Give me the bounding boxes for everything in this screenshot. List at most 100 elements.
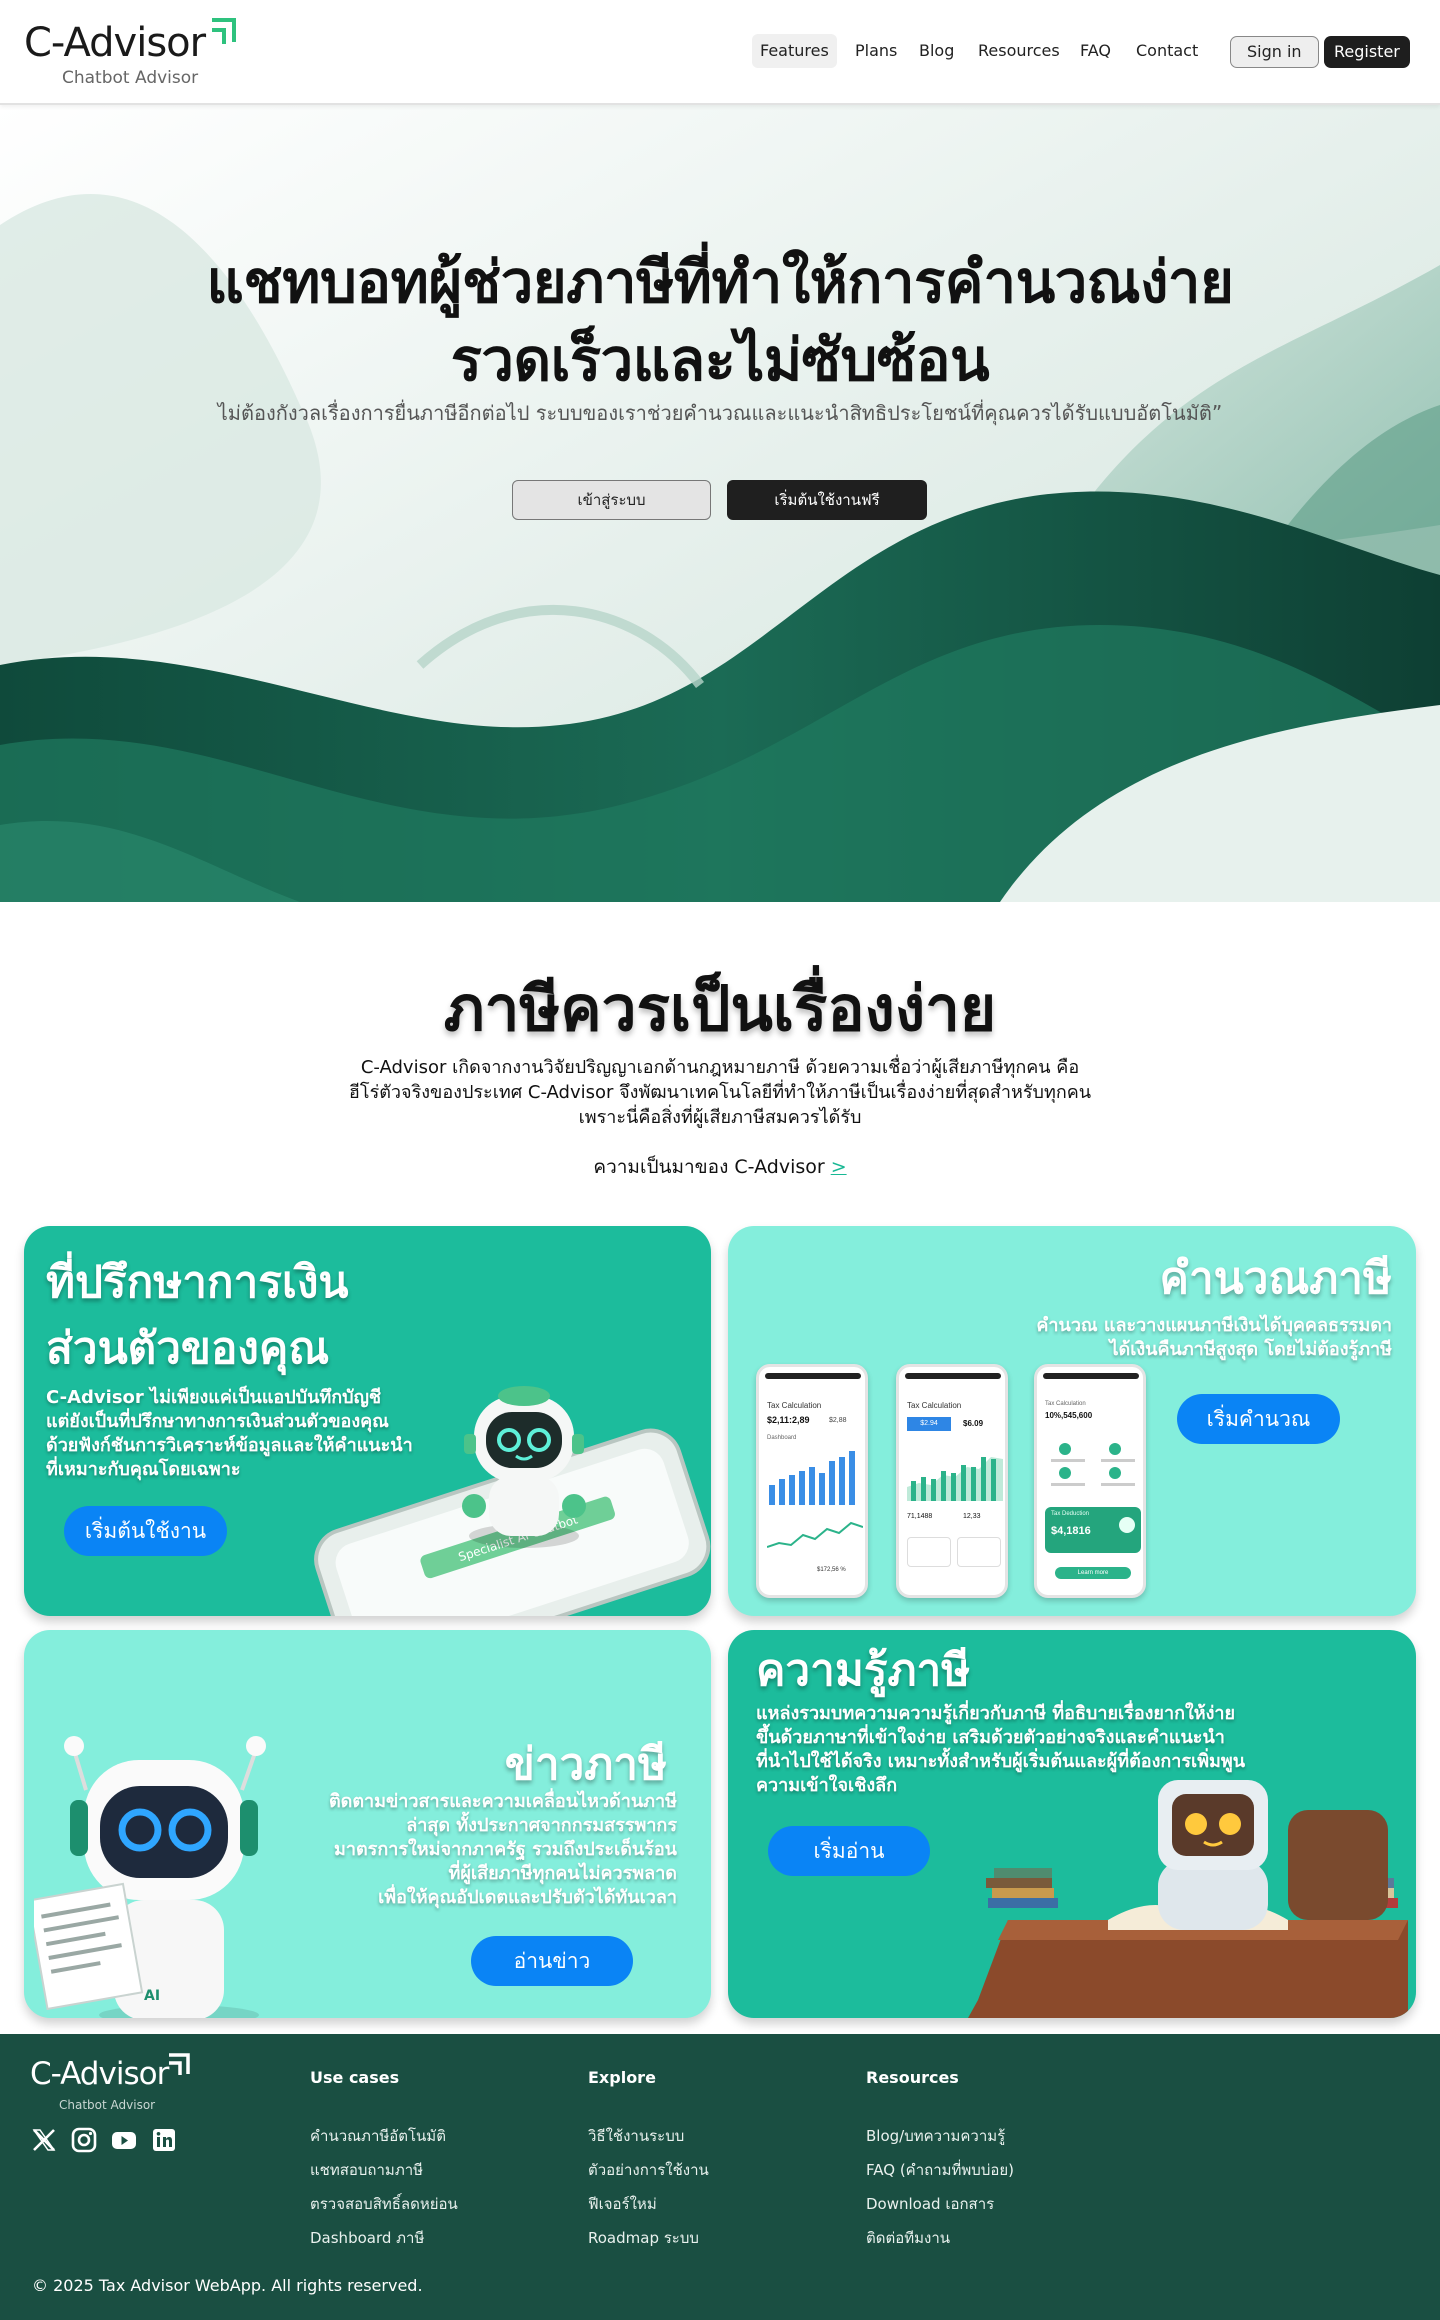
phone3-amount: 10%,545,600 (1045, 1411, 1093, 1420)
card-calculation: คำนวณภาษี คำนวณ และวางแผนภาษีเงินได้บุคค… (728, 1226, 1416, 1616)
linkedin-icon[interactable] (150, 2126, 178, 2154)
card-news-button[interactable]: อ่านข่าว (471, 1936, 633, 1986)
phone2-header: Tax Calculation (907, 1401, 962, 1410)
about-link[interactable]: ความเป็นมาของ C-Advisor > (0, 1152, 1440, 1182)
nav-faq[interactable]: FAQ (1072, 34, 1119, 68)
youtube-icon[interactable] (110, 2126, 138, 2154)
phone-notch (1043, 1373, 1139, 1379)
footer-link-blog[interactable]: Blog/บทความความรู้ (866, 2124, 1005, 2148)
intro-text-line3: เพราะนี่คือสิ่งที่ผู้เสียภาษีสมควรได้รับ (578, 1107, 862, 1128)
footer-link-new-features[interactable]: ฟีเจอร์ใหม่ (588, 2192, 657, 2216)
card-news-text-line4: ที่ผู้เสียภาษีทุกคนไม่ควรพลาด (448, 1863, 677, 1884)
robot-phone-illustration: Specialist AI Chatbot (314, 1386, 711, 1616)
phone-mockup-2: Tax Calculation $2.94 $6.09 71,1488 12,3… (896, 1364, 1008, 1598)
card-knowledge-button[interactable]: เริ่มอ่าน (768, 1826, 930, 1876)
hero-start-button[interactable]: เริ่มต้นใช้งานฟรี (727, 480, 927, 520)
card-news-title: ข่าวภาษี (504, 1739, 667, 1790)
instagram-icon[interactable] (70, 2126, 98, 2154)
hero-wave-background (0, 105, 1440, 902)
hero-title: แชทบอทผู้ช่วยภาษีที่ทำให้การคำนวณง่าย รว… (0, 243, 1440, 399)
footer-col-use-cases-title: Use cases (310, 2068, 400, 2087)
robot-studying-illustration (968, 1780, 1408, 2018)
card-advisor-title-line1: ที่ปรึกษาการเงิน (46, 1257, 349, 1308)
card-calc-title: คำนวณภาษี (1159, 1253, 1392, 1304)
hero-title-line1: แชทบอทผู้ช่วยภาษีที่ทำให้การคำนวณง่าย (206, 248, 1235, 316)
phone-notch (905, 1373, 1001, 1379)
phone1-small: $2,88 (829, 1417, 847, 1424)
phone2-value: $6.09 (963, 1419, 984, 1428)
signin-button[interactable]: Sign in (1230, 36, 1319, 68)
nav-blog[interactable]: Blog (911, 34, 962, 68)
footer-link-tax-dashboard[interactable]: Dashboard ภาษี (310, 2226, 424, 2250)
logo-arrow-icon (212, 18, 236, 44)
card-news-text: ติดตามข่าวสารและความเคลื่อนไหวด้านภาษี ล… (329, 1790, 677, 1910)
card-news-text-line3: มาตรการใหม่จากภาครัฐ รวมถึงประเด็นร้อน (334, 1839, 677, 1860)
card-knowledge: ความรู้ภาษี แหล่งรวมบทความความรู้เกี่ยวก… (728, 1630, 1416, 2018)
phone2-area-chart (907, 1457, 1003, 1501)
brand-tagline: Chatbot Advisor (62, 68, 199, 88)
card-advisor: ที่ปรึกษาการเงิน ส่วนตัวของคุณ C-Advisor… (24, 1226, 711, 1616)
check-icon (1119, 1517, 1135, 1533)
card-knowledge-text-line2: ขึ้นด้วยภาษาที่เข้าใจง่าย เสริมด้วยตัวอย… (756, 1727, 1225, 1748)
footer-brand-name[interactable]: C-Advisor (30, 2056, 169, 2092)
footer-logo-arrow-icon (169, 2053, 190, 2075)
nav-plans[interactable]: Plans (847, 34, 905, 68)
hero-section: แชทบอทผู้ช่วยภาษีที่ทำให้การคำนวณง่าย รว… (0, 105, 1440, 902)
nav-resources[interactable]: Resources (970, 34, 1068, 68)
phone2-row1: 71,1488 (907, 1513, 933, 1520)
phone1-header: Tax Calculation (767, 1401, 822, 1410)
footer-link-tax-chat[interactable]: แชทสอบถามภาษี (310, 2158, 423, 2182)
robot-chest-label: AI (144, 1988, 160, 2004)
phone3-card-title: Tax Deduction (1051, 1511, 1090, 1517)
footer-link-examples[interactable]: ตัวอย่างการใช้งาน (588, 2158, 709, 2182)
nav-contact[interactable]: Contact (1128, 34, 1206, 68)
card-calc-text: คำนวณ และวางแผนภาษีเงินได้บุคคลธรรมดา ได… (1036, 1314, 1392, 1362)
phone3-checklist (1051, 1443, 1135, 1486)
site-header: C-Advisor Chatbot Advisor Features Plans… (0, 0, 1440, 105)
footer-link-faq[interactable]: FAQ (คำถามที่พบบ่อย) (866, 2158, 1014, 2182)
card-calc-button[interactable]: เริ่มคำนวณ (1177, 1394, 1340, 1444)
chevron-right-icon[interactable]: > (831, 1156, 847, 1178)
card-calc-text-line1: คำนวณ และวางแผนภาษีเงินได้บุคคลธรรมดา (1036, 1315, 1392, 1336)
brand-logo[interactable]: C-Advisor Chatbot Advisor (24, 14, 254, 94)
phone3-button: Learn more (1055, 1567, 1131, 1579)
footer-col-explore-title: Explore (588, 2068, 656, 2087)
phone3-deduction-card: Tax Deduction $4,1816 (1045, 1507, 1141, 1553)
footer-link-deduction-check[interactable]: ตรวจสอบสิทธิ์ลดหย่อน (310, 2192, 458, 2216)
brand-name: C-Advisor (24, 20, 206, 66)
robot-reading-news-illustration: AI (34, 1736, 266, 2018)
register-button[interactable]: Register (1324, 36, 1410, 68)
site-footer: C-Advisor Chatbot Advisor Use cases คำนว… (0, 2034, 1440, 2320)
footer-col-resources-title: Resources (866, 2068, 959, 2087)
x-icon[interactable] (30, 2126, 58, 2154)
footer-link-contact-team[interactable]: ติดต่อทีมงาน (866, 2226, 950, 2250)
phone2-amount: $2.94 (907, 1417, 951, 1431)
phone-mockup-3: Tax Calculation 10%,545,600 Tax Deductio… (1034, 1364, 1146, 1598)
hero-login-button[interactable]: เข้าสู่ระบบ (512, 480, 711, 520)
intro-text-line1: C-Advisor เกิดจากงานวิจัยปริญญาเอกด้านกฎ… (360, 1057, 1080, 1078)
phone2-tile (957, 1537, 1001, 1567)
phone1-line-chart (767, 1521, 863, 1548)
footer-brand-tagline: Chatbot Advisor (59, 2098, 156, 2112)
phone-notch (765, 1373, 861, 1379)
footer-link-how-to-use[interactable]: วิธีใช้งานระบบ (588, 2124, 684, 2148)
card-advisor-button[interactable]: เริ่มต้นใช้งาน (64, 1506, 227, 1556)
phone3-header: Tax Calculation (1045, 1401, 1086, 1407)
nav-features[interactable]: Features (752, 34, 837, 68)
hero-title-line2: รวดเร็วและไม่ซับซ้อน (450, 326, 990, 394)
card-calc-text-line2: ได้เงินคืนภาษีสูงสุด โดยไม่ต้องรู้ภาษี (1109, 1339, 1392, 1360)
phone1-amount: $2,11:2,89 (767, 1415, 810, 1425)
phone1-label: Dashboard (767, 1435, 797, 1441)
footer-link-auto-tax-calc[interactable]: คำนวณภาษีอัตโนมัติ (310, 2124, 446, 2148)
intro-text-line2: ฮีโร่ตัวจริงของประเทศ C-Advisor จึงพัฒนา… (348, 1082, 1092, 1103)
phone-mockup-1: Tax Calculation $2,11:2,89 $2,88 Dashboa… (756, 1364, 868, 1598)
about-link-label[interactable]: ความเป็นมาของ C-Advisor (593, 1156, 824, 1178)
phone1-bar-chart (769, 1451, 855, 1505)
phone2-row2: 12,33 (963, 1513, 981, 1520)
footer-copyright: © 2025 Tax Advisor WebApp. All rights re… (32, 2276, 423, 2295)
phone2-tile (907, 1537, 951, 1567)
footer-link-roadmap[interactable]: Roadmap ระบบ (588, 2226, 699, 2250)
card-news-text-line5: เพื่อให้คุณอัปเดตและปรับตัวได้ทันเวลา (378, 1887, 677, 1908)
card-knowledge-title: ความรู้ภาษี (756, 1645, 971, 1696)
footer-link-download[interactable]: Download เอกสาร (866, 2192, 994, 2216)
